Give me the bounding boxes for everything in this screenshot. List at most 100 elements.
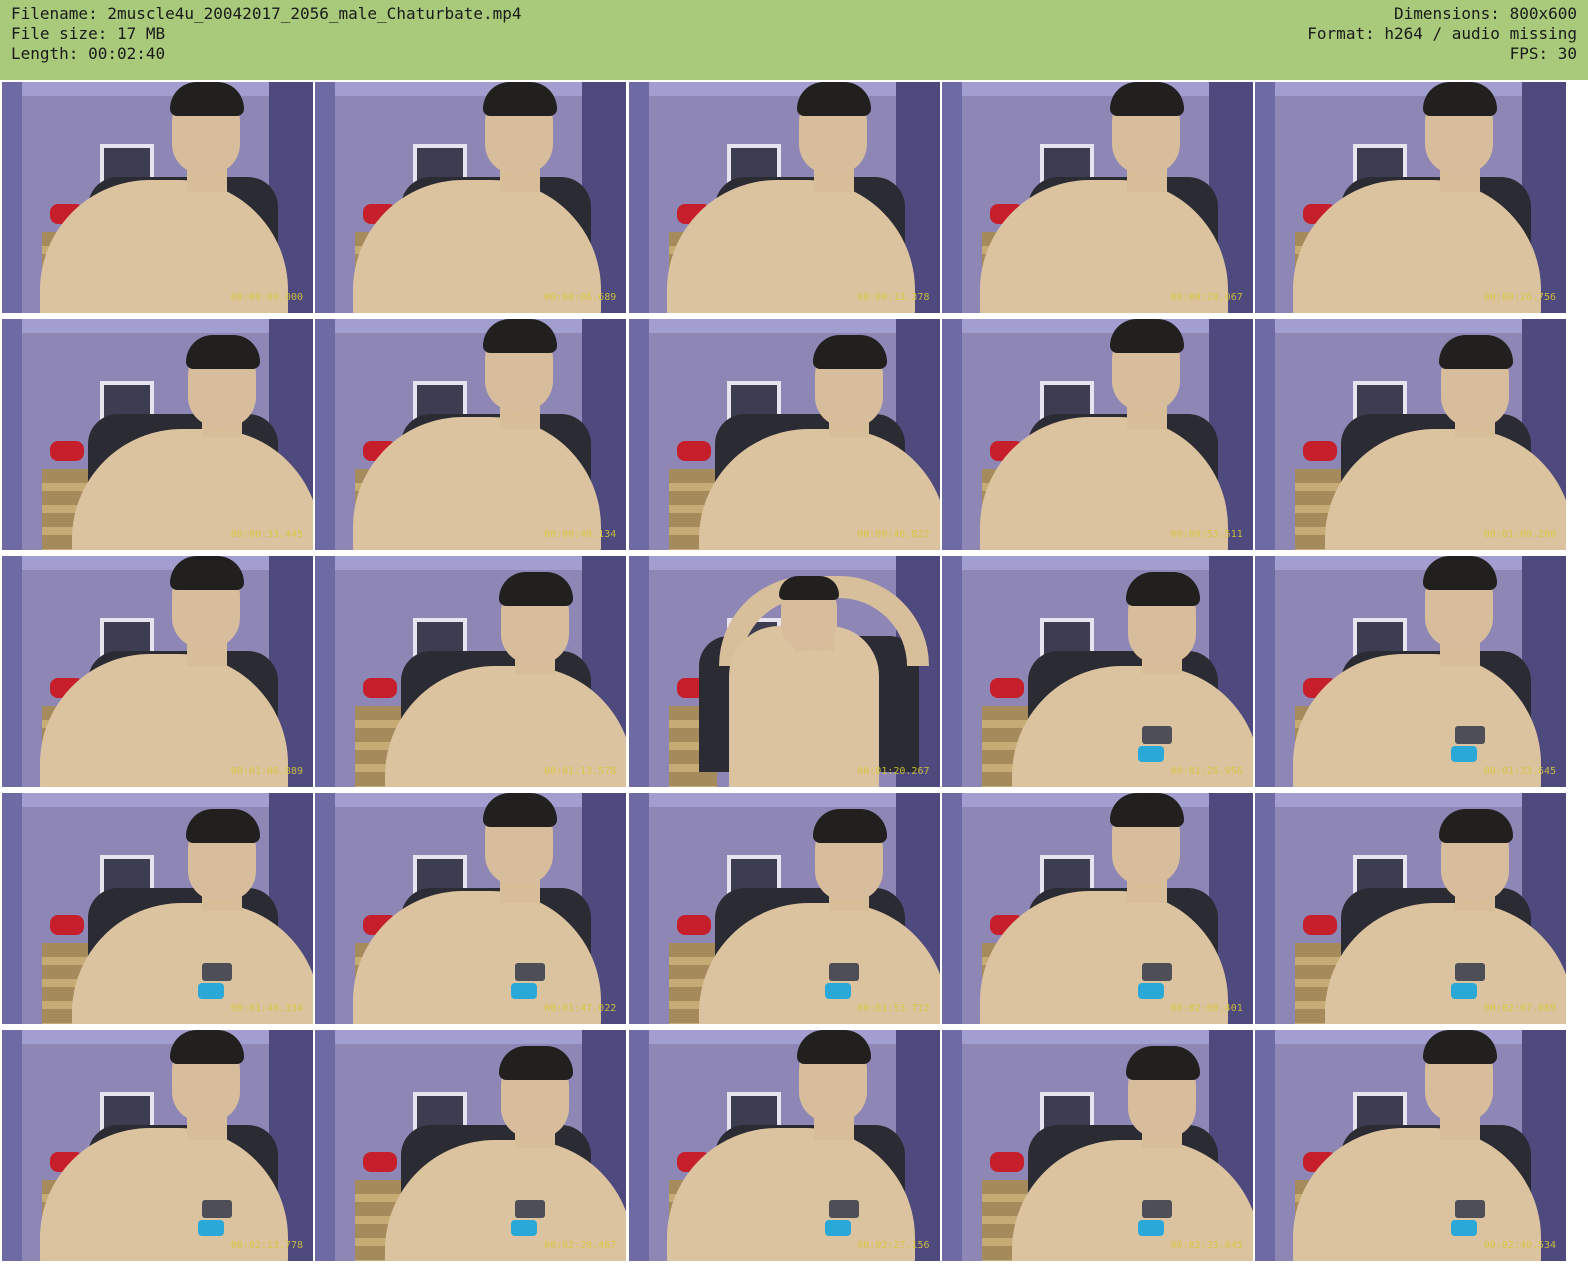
frame-timestamp: 00:02:40.534 bbox=[1483, 1240, 1556, 1251]
frame-timestamp: 00:00:33.445 bbox=[230, 529, 303, 540]
phone-icon bbox=[1141, 726, 1172, 744]
phone-icon bbox=[1455, 963, 1485, 981]
room-ceiling bbox=[2, 1030, 313, 1044]
video-frame-thumbnail: 00:01:53.712 bbox=[628, 793, 940, 1024]
video-frame-thumbnail: 00:00:20.067 bbox=[941, 82, 1253, 313]
hair bbox=[812, 335, 887, 369]
room-wall bbox=[1255, 82, 1275, 313]
video-frame-thumbnail: 00:00:53.511 bbox=[941, 319, 1253, 550]
hair bbox=[186, 809, 260, 843]
hair bbox=[1109, 319, 1184, 353]
hair bbox=[499, 1046, 574, 1080]
frame-timestamp: 00:01:40.334 bbox=[230, 1003, 303, 1014]
hair bbox=[186, 335, 260, 369]
room-wall bbox=[941, 82, 962, 313]
video-frame-thumbnail: 00:00:33.445 bbox=[2, 319, 313, 550]
frame-timestamp: 00:00:13.378 bbox=[857, 292, 930, 303]
video-frame-thumbnail: 00:00:06.689 bbox=[315, 82, 627, 313]
frame-timestamp: 00:02:13.778 bbox=[230, 1240, 303, 1251]
video-frame-thumbnail: 00:01:26.956 bbox=[941, 556, 1253, 787]
frame-timestamp: 00:00:53.511 bbox=[1170, 529, 1243, 540]
fps-text: FPS: 30 bbox=[1509, 44, 1577, 63]
video-frame-thumbnail: 00:01:33.645 bbox=[1255, 556, 1566, 787]
room-wall bbox=[2, 793, 22, 1024]
red-object bbox=[989, 1152, 1024, 1172]
cup-icon bbox=[1137, 983, 1164, 999]
frame-timestamp: 00:00:46.822 bbox=[857, 529, 930, 540]
video-frame-thumbnail: 00:00:00.000 bbox=[2, 82, 313, 313]
room-wall bbox=[1255, 793, 1275, 1024]
phone-icon bbox=[202, 1200, 232, 1218]
filename-text: Filename: 2muscle4u_20042017_2056_male_C… bbox=[11, 4, 522, 23]
room-wall bbox=[941, 556, 962, 787]
frame-timestamp: 00:01:33.645 bbox=[1483, 766, 1556, 777]
video-frame-thumbnail: 00:00:26.756 bbox=[1255, 82, 1566, 313]
frame-timestamp: 00:01:26.956 bbox=[1170, 766, 1243, 777]
room-ceiling bbox=[2, 82, 313, 96]
hair bbox=[1423, 82, 1497, 116]
room-ceiling bbox=[315, 1030, 627, 1044]
red-object bbox=[676, 915, 711, 935]
phone-icon bbox=[828, 963, 859, 981]
phone-icon bbox=[1455, 726, 1485, 744]
video-frame-thumbnail: 00:02:13.778 bbox=[2, 1030, 313, 1261]
video-frame-thumbnail: 00:00:13.378 bbox=[628, 82, 940, 313]
cup-icon bbox=[824, 983, 851, 999]
video-frame-thumbnail: 00:01:20.267 bbox=[628, 556, 940, 787]
red-object bbox=[1303, 441, 1337, 461]
hair bbox=[170, 1030, 244, 1064]
room-ceiling bbox=[941, 793, 1253, 807]
video-frame-thumbnail: 00:02:20.467 bbox=[315, 1030, 627, 1261]
frame-timestamp: 00:01:06.889 bbox=[230, 766, 303, 777]
dimensions-text: Dimensions: 800x600 bbox=[1393, 4, 1577, 23]
video-frame-thumbnail: 00:01:40.334 bbox=[2, 793, 313, 1024]
video-frame-thumbnail: 00:00:40.134 bbox=[315, 319, 627, 550]
frame-timestamp: 00:01:13.578 bbox=[544, 766, 617, 777]
red-object bbox=[50, 441, 84, 461]
room-wall bbox=[315, 793, 336, 1024]
room-wall bbox=[1255, 319, 1275, 550]
phone-icon bbox=[515, 1200, 546, 1218]
video-frame-thumbnail: 00:02:00.401 bbox=[941, 793, 1253, 1024]
frame-timestamp: 00:01:20.267 bbox=[857, 766, 930, 777]
hair bbox=[796, 82, 871, 116]
phone-icon bbox=[1141, 963, 1172, 981]
room-ceiling bbox=[628, 319, 940, 333]
hair bbox=[483, 82, 558, 116]
red-object bbox=[363, 678, 398, 698]
room-ceiling bbox=[315, 82, 627, 96]
room-ceiling bbox=[1255, 319, 1566, 333]
video-frame-thumbnail: 00:01:06.889 bbox=[2, 556, 313, 787]
frame-timestamp: 00:02:20.467 bbox=[544, 1240, 617, 1251]
frame-timestamp: 00:00:40.134 bbox=[544, 529, 617, 540]
room-ceiling bbox=[941, 1030, 1253, 1044]
room-ceiling bbox=[941, 319, 1253, 333]
phone-icon bbox=[515, 963, 546, 981]
room-wall bbox=[628, 793, 649, 1024]
hair bbox=[796, 1030, 871, 1064]
room-ceiling bbox=[1255, 556, 1566, 570]
hair bbox=[483, 319, 558, 353]
cup-icon bbox=[1137, 1220, 1164, 1236]
cup-icon bbox=[198, 983, 224, 999]
file-info-left: Filename: 2muscle4u_20042017_2056_male_C… bbox=[11, 4, 522, 64]
phone-icon bbox=[1455, 1200, 1485, 1218]
room-ceiling bbox=[628, 556, 940, 570]
video-frame-thumbnail: 00:02:33.845 bbox=[941, 1030, 1253, 1261]
room-ceiling bbox=[1255, 82, 1566, 96]
cup-icon bbox=[824, 1220, 851, 1236]
format-text: Format: h264 / audio missing bbox=[1307, 24, 1577, 43]
length-text: Length: 00:02:40 bbox=[11, 44, 166, 63]
phone-icon bbox=[828, 1200, 859, 1218]
frame-timestamp: 00:02:27.156 bbox=[857, 1240, 930, 1251]
frame-timestamp: 00:00:20.067 bbox=[1170, 292, 1243, 303]
frame-timestamp: 00:00:26.756 bbox=[1483, 292, 1556, 303]
room-wall bbox=[2, 82, 22, 313]
room-ceiling bbox=[941, 82, 1253, 96]
room-ceiling bbox=[2, 319, 313, 333]
room-ceiling bbox=[628, 82, 940, 96]
room-ceiling bbox=[1255, 1030, 1566, 1044]
room-wall bbox=[2, 1030, 22, 1261]
video-frame-thumbnail: 00:01:47.022 bbox=[315, 793, 627, 1024]
hair bbox=[499, 572, 574, 606]
